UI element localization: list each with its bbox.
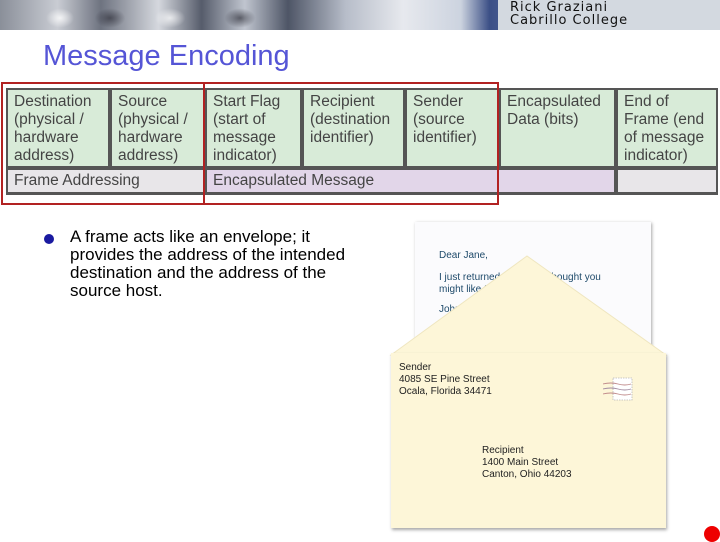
sender-street: 4085 SE Pine Street [399, 374, 490, 385]
header-banner: Rick Graziani Cabrillo College [0, 0, 720, 30]
author-credit: Rick Graziani Cabrillo College [510, 1, 628, 27]
envelope: Sender 4085 SE Pine Street Ocala, Florid… [391, 353, 666, 528]
letter-body-line1b: I thought you [543, 272, 601, 283]
sender-city: Ocala, Florida 34471 [399, 386, 492, 397]
letter-body-line2: might like t [439, 284, 487, 295]
recipient-street: 1400 Main Street [482, 457, 559, 468]
sender-label: Sender [399, 362, 432, 373]
bullet-icon [44, 234, 54, 244]
author-institution: Cabrillo College [510, 13, 629, 28]
letter-greeting: Dear Jane, [439, 250, 488, 261]
recipient-city: Canton, Ohio 44203 [482, 469, 572, 480]
group-trailer [618, 170, 716, 192]
slide-title: Message Encoding [43, 40, 290, 72]
bullet-text: A frame acts like an envelope; it provid… [70, 227, 346, 300]
highlight-message-header [203, 82, 499, 205]
postage-stamp-icon [603, 377, 633, 401]
recipient-label: Recipient [482, 445, 524, 456]
field-end-of-frame: End of Frame (end of message indicator) [618, 90, 716, 166]
highlight-frame-addressing [1, 82, 205, 205]
field-encapsulated-data: Encapsulated Data (bits) [501, 90, 614, 166]
letter-body-line1: I just returned f [439, 272, 506, 283]
letter-signature: John [439, 304, 461, 315]
banner-photo [0, 0, 500, 30]
